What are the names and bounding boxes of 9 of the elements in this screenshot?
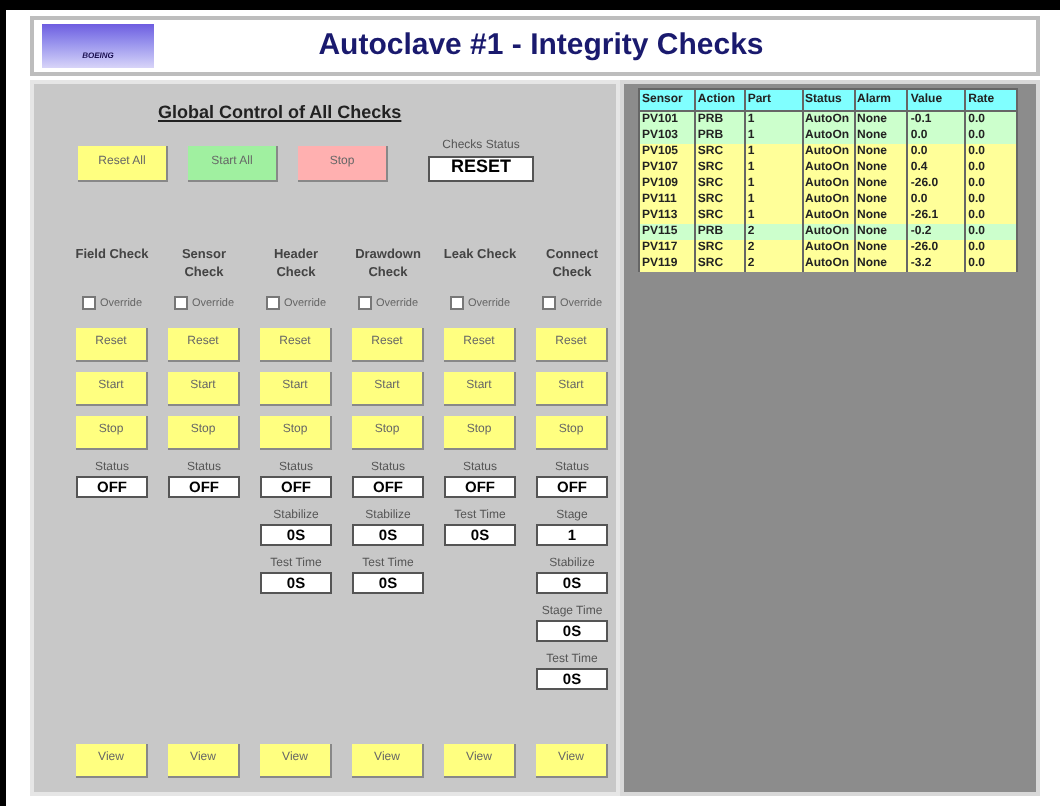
checkbox[interactable] — [541, 296, 556, 311]
checkbox[interactable] — [173, 296, 188, 311]
window-title: Autoclave #1 - Integrity Checks — [318, 25, 764, 66]
section-title: Global Control of All Checks — [158, 100, 402, 126]
checkbox[interactable] — [265, 296, 280, 311]
checkbox[interactable] — [81, 296, 96, 311]
checkbox[interactable] — [357, 296, 372, 311]
status-display: RESET — [428, 155, 534, 181]
checkbox[interactable] — [449, 296, 464, 311]
